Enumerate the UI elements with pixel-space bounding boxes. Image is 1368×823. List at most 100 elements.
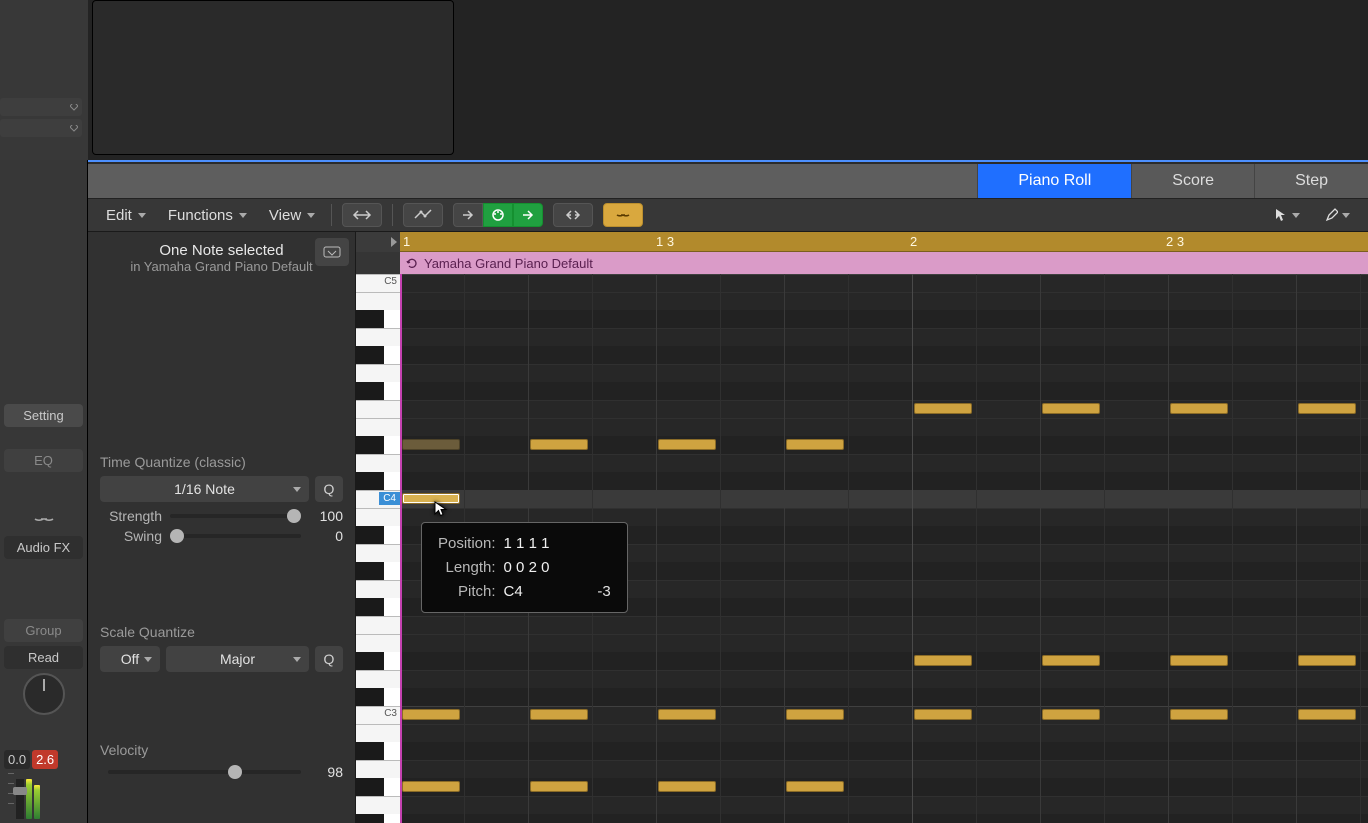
midi-note[interactable] (530, 709, 588, 720)
midi-note[interactable] (786, 709, 844, 720)
scale-type-select[interactable]: Major (166, 646, 309, 672)
white-key[interactable] (356, 400, 400, 418)
black-key[interactable] (356, 652, 384, 670)
setting-button[interactable]: Setting (4, 404, 83, 427)
midi-note[interactable] (914, 655, 972, 666)
midi-note[interactable] (530, 439, 588, 450)
black-key[interactable] (356, 688, 384, 706)
link-icon[interactable] (4, 512, 83, 526)
midi-note[interactable] (530, 781, 588, 792)
white-key[interactable] (356, 724, 400, 742)
black-key[interactable] (356, 742, 384, 760)
midi-note[interactable] (402, 493, 460, 504)
tab-piano-roll[interactable]: Piano Roll (977, 164, 1131, 198)
midi-note[interactable] (402, 709, 460, 720)
white-key[interactable] (356, 760, 400, 778)
midi-in-arrow[interactable] (453, 203, 483, 227)
white-key[interactable] (356, 508, 400, 526)
black-key[interactable] (356, 382, 384, 400)
swing-label: Swing (100, 528, 162, 544)
black-key[interactable] (356, 814, 384, 823)
upper-dropdown-2[interactable] (0, 119, 82, 137)
midi-in-button[interactable] (483, 203, 513, 227)
quantize-apply-button[interactable]: Q (315, 476, 343, 502)
white-key[interactable] (356, 292, 400, 310)
collapse-tool[interactable] (342, 203, 382, 227)
level-meter-r (34, 785, 40, 819)
midi-note[interactable] (914, 709, 972, 720)
white-key[interactable] (356, 364, 400, 382)
automation-tool[interactable] (403, 203, 443, 227)
white-key[interactable] (356, 670, 400, 688)
audiofx-button[interactable]: Audio FX (4, 536, 83, 559)
edit-menu[interactable]: Edit (100, 204, 152, 227)
functions-menu[interactable]: Functions (162, 204, 253, 227)
white-key[interactable] (356, 706, 400, 724)
automation-read[interactable]: Read (4, 646, 83, 669)
tab-step[interactable]: Step (1254, 164, 1368, 198)
black-key[interactable] (356, 310, 384, 328)
midi-note[interactable] (658, 709, 716, 720)
fader[interactable] (16, 779, 24, 819)
swing-slider[interactable] (170, 534, 301, 538)
region-header[interactable]: Yamaha Grand Piano Default (400, 252, 1368, 274)
piano-roll-inspector: One Note selected in Yamaha Grand Piano … (88, 232, 356, 823)
midi-note[interactable] (914, 403, 972, 414)
black-key[interactable] (356, 598, 384, 616)
quantize-value-select[interactable]: 1/16 Note (100, 476, 309, 502)
catch-tool[interactable] (553, 203, 593, 227)
midi-note[interactable] (786, 781, 844, 792)
midi-note[interactable] (402, 439, 460, 450)
black-key[interactable] (356, 562, 384, 580)
white-key[interactable] (356, 454, 400, 472)
pointer-tool-dropdown[interactable] (1268, 205, 1306, 225)
white-key[interactable] (356, 580, 400, 598)
midi-note[interactable] (1298, 709, 1356, 720)
ruler-play-toggle[interactable] (356, 232, 400, 252)
midi-note[interactable] (786, 439, 844, 450)
midi-note[interactable] (1170, 655, 1228, 666)
piano-keyboard[interactable]: C5C4C3 (356, 274, 400, 823)
white-key[interactable] (356, 544, 400, 562)
midi-note[interactable] (658, 781, 716, 792)
playhead[interactable] (400, 274, 402, 823)
midi-note[interactable] (1042, 403, 1100, 414)
upper-dropdown-1[interactable] (0, 98, 82, 116)
midi-note[interactable] (1170, 709, 1228, 720)
midi-note[interactable] (402, 781, 460, 792)
midi-note[interactable] (1298, 655, 1356, 666)
black-key[interactable] (356, 472, 384, 490)
velocity-slider[interactable] (108, 770, 301, 774)
midi-note[interactable] (1042, 709, 1100, 720)
link-tool[interactable] (603, 203, 643, 227)
white-key[interactable] (356, 274, 400, 292)
black-key[interactable] (356, 526, 384, 544)
white-key[interactable] (356, 418, 400, 436)
midi-note[interactable] (1298, 403, 1356, 414)
group-button[interactable]: Group (4, 619, 83, 642)
inspector-dropdown[interactable] (315, 238, 349, 266)
white-key[interactable] (356, 796, 400, 814)
pencil-tool-dropdown[interactable] (1318, 205, 1356, 225)
tab-score[interactable]: Score (1131, 164, 1254, 198)
pan-knob[interactable] (23, 673, 65, 715)
black-key[interactable] (356, 436, 384, 454)
white-key[interactable] (356, 328, 400, 346)
track-header-box[interactable] (92, 0, 454, 155)
black-key[interactable] (356, 346, 384, 364)
scale-quantize-apply[interactable]: Q (315, 646, 343, 672)
eq-button[interactable]: EQ (4, 449, 83, 472)
white-key[interactable] (356, 490, 400, 508)
midi-out-button[interactable] (513, 203, 543, 227)
timeline-ruler[interactable]: 11 322 3 (400, 232, 1368, 252)
white-key[interactable] (356, 634, 400, 652)
midi-note[interactable] (1042, 655, 1100, 666)
midi-note[interactable] (658, 439, 716, 450)
view-menu[interactable]: View (263, 204, 321, 227)
scale-mode-select[interactable]: Off (100, 646, 160, 672)
level-meter-l (26, 779, 32, 819)
black-key[interactable] (356, 778, 384, 796)
strength-slider[interactable] (170, 514, 301, 518)
midi-note[interactable] (1170, 403, 1228, 414)
white-key[interactable] (356, 616, 400, 634)
